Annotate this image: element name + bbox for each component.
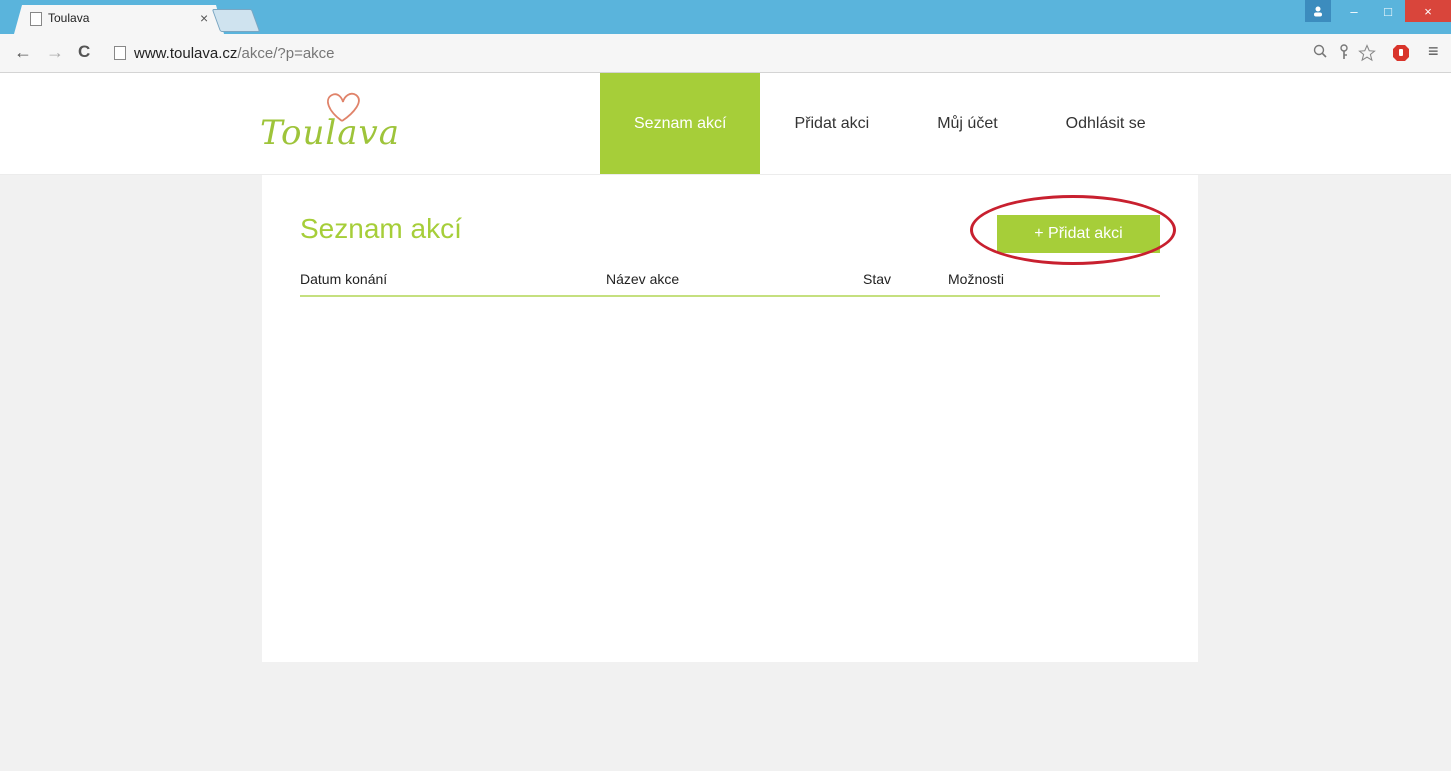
column-header-options: Možnosti [948,271,1005,287]
page-title: Seznam akcí [300,213,462,244]
profile-icon[interactable] [1305,0,1331,22]
new-tab-button[interactable] [211,9,261,32]
maximize-button[interactable]: □ [1371,0,1405,22]
add-event-button[interactable]: + Přidat akci [997,215,1160,253]
nav-item-muj-ucet[interactable]: Můj účet [903,73,1031,174]
url-domain: www.toulava.cz [134,45,238,62]
minimize-button[interactable]: – [1337,0,1371,22]
column-header-date: Datum konání [300,271,388,287]
column-header-status: Stav [863,271,892,287]
nav-item-pridat-akci[interactable]: Přidat akci [760,73,903,174]
window-controls: – □ × [1305,0,1451,22]
nav-item-odhlasit-se[interactable]: Odhlásit se [1032,73,1180,174]
browser-tab[interactable]: Toulava × [14,5,224,34]
page-icon [114,46,126,60]
browser-toolbar: ← → C www.toulava.cz/akce/?p=akce ≡ [0,34,1451,73]
star-icon[interactable] [1358,44,1376,67]
logo-text: Toulava [260,113,401,153]
nav-item-seznam-akci[interactable]: Seznam akcí [600,73,761,174]
forward-button[interactable]: → [46,42,64,63]
zoom-icon[interactable] [1313,44,1327,63]
tab-title: Toulava [48,11,90,25]
key-icon[interactable] [1338,44,1350,65]
address-bar[interactable]: www.toulava.cz/akce/?p=akce [108,41,1423,65]
column-header-name: Název akce [606,271,680,287]
site-logo[interactable]: Toulava [258,89,401,159]
url-text[interactable]: www.toulava.cz/akce/?p=akce [134,45,335,62]
browser-tab-strip: Toulava × – □ × [0,0,1451,34]
content-panel: Seznam akcí + Přidat akci Datum konání N… [262,175,1198,662]
back-button[interactable]: ← [14,42,32,63]
url-path: /akce/?p=akce [237,45,335,62]
adblock-icon[interactable] [1392,44,1410,67]
site-header: Toulava Seznam akcí Přidat akci Můj účet… [0,73,1451,175]
reload-button[interactable]: C [78,42,90,62]
close-window-button[interactable]: × [1405,0,1451,22]
main-nav: Seznam akcí Přidat akci Můj účet Odhlási… [600,73,1180,174]
table-header: Datum konání Název akce Stav Možnosti [300,271,1160,297]
tab-close-icon[interactable]: × [200,10,208,26]
page-icon [30,12,42,26]
menu-icon[interactable]: ≡ [1428,41,1439,62]
